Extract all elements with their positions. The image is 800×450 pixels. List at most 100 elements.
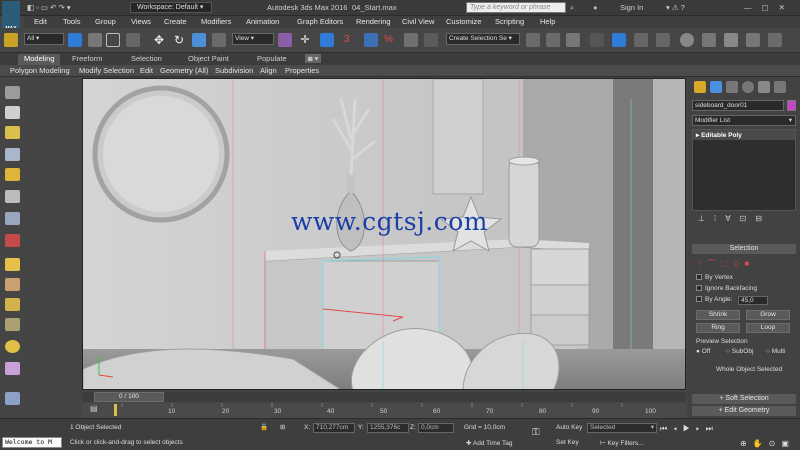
menu-views[interactable]: Views bbox=[131, 17, 151, 26]
snap-toggle-icon[interactable]: 3 bbox=[344, 33, 358, 47]
select-by-name-icon[interactable] bbox=[88, 33, 102, 47]
create-tab-icon[interactable] bbox=[694, 81, 706, 93]
grid-snap-icon[interactable] bbox=[5, 392, 20, 405]
move-icon[interactable]: ✥ bbox=[152, 33, 166, 47]
rendered-frame-icon[interactable] bbox=[702, 33, 716, 47]
modify-tab-icon[interactable] bbox=[710, 81, 722, 93]
rotate-icon[interactable]: ↻ bbox=[172, 33, 186, 47]
x-coordinate-field[interactable]: 710,277cm bbox=[313, 423, 355, 433]
menu-scripting[interactable]: Scripting bbox=[495, 17, 524, 26]
align-icon[interactable] bbox=[546, 33, 560, 47]
menu-help[interactable]: Help bbox=[540, 17, 555, 26]
particle-tool-icon[interactable] bbox=[5, 362, 20, 375]
selection-filter[interactable]: All ▾ bbox=[24, 33, 64, 45]
display-tab-icon[interactable] bbox=[758, 81, 770, 93]
sphere-tool-icon[interactable] bbox=[5, 278, 20, 291]
preview-off-radio[interactable]: ● Off bbox=[696, 348, 710, 355]
menu-animation[interactable]: Animation bbox=[246, 17, 279, 26]
add-time-tag-button[interactable]: ✚ Add Time Tag bbox=[466, 439, 513, 447]
curve-editor-icon[interactable] bbox=[612, 33, 626, 47]
sign-in-link[interactable]: Sign In bbox=[620, 3, 643, 12]
maxscript-listener[interactable]: Welcome to M bbox=[2, 437, 62, 448]
window-controls[interactable]: —▢✕ bbox=[744, 3, 795, 12]
stack-item-editable-poly[interactable]: ▸ Editable Poly bbox=[693, 130, 795, 140]
render-production-icon[interactable] bbox=[746, 33, 760, 47]
rect-selection-icon[interactable] bbox=[106, 33, 120, 47]
reference-coord-system[interactable]: View ▾ bbox=[232, 33, 274, 45]
time-slider-thumb[interactable]: 0 / 100 bbox=[94, 392, 164, 402]
tab-modeling[interactable]: Modeling bbox=[18, 54, 61, 65]
undo-icon[interactable] bbox=[4, 33, 18, 47]
workspace-selector[interactable]: Workspace: Default ▾ bbox=[130, 2, 212, 13]
window-crossing-icon[interactable] bbox=[126, 33, 140, 47]
edit-geometry-rollout[interactable]: + Edit Geometry bbox=[692, 406, 796, 416]
shrink-button[interactable]: Shrink bbox=[696, 310, 740, 320]
keyboard-shortcut-icon[interactable] bbox=[320, 33, 334, 47]
panel-polygon-modeling[interactable]: Polygon Modeling bbox=[10, 66, 70, 75]
schematic-view-icon[interactable] bbox=[634, 33, 648, 47]
set-key-button[interactable]: Set Key bbox=[556, 439, 579, 446]
scale-icon[interactable] bbox=[192, 33, 206, 47]
selection-rollout-header[interactable]: Selection bbox=[692, 244, 796, 254]
pivot-icon[interactable] bbox=[278, 33, 292, 47]
utilities-tab-icon[interactable] bbox=[774, 81, 786, 93]
light-tool-icon[interactable] bbox=[5, 168, 20, 181]
ring-button[interactable]: Ring bbox=[696, 323, 740, 333]
absolute-mode-icon[interactable]: ⊞ bbox=[280, 423, 285, 431]
tab-selection[interactable]: Selection bbox=[131, 54, 162, 63]
edit-named-sel-icon[interactable] bbox=[424, 33, 438, 47]
ribbon-options-icon[interactable]: ◙ ▾ bbox=[305, 54, 322, 63]
box-tool-icon[interactable] bbox=[5, 106, 20, 119]
plane-object-icon[interactable] bbox=[5, 258, 20, 271]
preview-subobj-radio[interactable]: ○ SubObj bbox=[726, 348, 753, 355]
ignore-backfacing-checkbox[interactable]: Ignore Backfacing bbox=[696, 285, 757, 292]
menu-rendering[interactable]: Rendering bbox=[356, 17, 391, 26]
by-angle-checkbox[interactable]: By Angle: bbox=[696, 296, 732, 303]
grow-button[interactable]: Grow bbox=[746, 310, 790, 320]
y-coordinate-field[interactable]: 1255,376c bbox=[367, 423, 409, 433]
key-mode-dropdown[interactable]: Selected ▾ bbox=[587, 423, 657, 433]
by-vertex-checkbox[interactable]: By Vertex bbox=[696, 274, 733, 281]
user-icon[interactable]: ● bbox=[593, 3, 598, 12]
panel-edit[interactable]: Edit bbox=[140, 66, 153, 75]
render-icon[interactable] bbox=[724, 33, 738, 47]
percent-snap-icon[interactable]: % bbox=[384, 33, 398, 47]
object-color-swatch[interactable] bbox=[787, 100, 796, 111]
panel-align[interactable]: Align bbox=[260, 66, 277, 75]
menu-graph-editors[interactable]: Graph Editors bbox=[297, 17, 343, 26]
search-input[interactable]: Type a keyword or phrase bbox=[466, 2, 566, 13]
key-filters-button[interactable]: ⊢ Key Filters... bbox=[600, 439, 644, 447]
stack-tools-icons[interactable]: ⊥⁞∀⊡⊟ bbox=[692, 214, 796, 226]
menu-edit[interactable]: Edit bbox=[34, 17, 47, 26]
track-bar-menu-icon[interactable]: ▤ bbox=[90, 404, 98, 413]
perspective-viewport[interactable]: www.cgtsj.com bbox=[82, 78, 686, 390]
playback-controls[interactable]: ⏮◂▶▸⏭ bbox=[660, 424, 719, 434]
lock-icon[interactable]: 🔒 bbox=[260, 423, 268, 431]
viewport-nav-icons[interactable]: ⊕✋⊙▣ bbox=[740, 439, 795, 448]
help-icons[interactable]: ▾ ⚠ ? bbox=[666, 3, 685, 12]
search-icon[interactable]: ⌕ bbox=[570, 3, 574, 13]
layer-icon[interactable] bbox=[566, 33, 580, 47]
preview-multi-radio[interactable]: ○ Multi bbox=[766, 348, 785, 355]
teapot-icon[interactable] bbox=[5, 86, 20, 99]
fx-tool-icon[interactable] bbox=[5, 234, 20, 247]
scene-explorer-icon[interactable] bbox=[590, 33, 604, 47]
menu-customize[interactable]: Customize bbox=[446, 17, 481, 26]
cylinder-tool-icon[interactable] bbox=[5, 298, 20, 311]
grid-tool-icon[interactable] bbox=[5, 148, 20, 161]
auto-key-button[interactable]: Auto Key bbox=[556, 424, 582, 431]
select-object-icon[interactable] bbox=[68, 33, 82, 47]
place-icon[interactable] bbox=[212, 33, 226, 47]
menu-group[interactable]: Group bbox=[95, 17, 116, 26]
hierarchy-tab-icon[interactable] bbox=[726, 81, 738, 93]
time-slider[interactable]: 0 / 100 bbox=[82, 392, 686, 402]
panel-geometry-all[interactable]: Geometry (All) bbox=[160, 66, 208, 75]
render-setup-icon[interactable] bbox=[680, 33, 694, 47]
spinner-snap-icon[interactable] bbox=[404, 33, 418, 47]
select-manipulate-icon[interactable]: ✛ bbox=[298, 33, 312, 47]
panel-properties[interactable]: Properties bbox=[285, 66, 319, 75]
modifier-stack[interactable]: ▸ Editable Poly bbox=[692, 129, 796, 211]
tab-populate[interactable]: Populate bbox=[257, 54, 287, 63]
geometry-tool-icon[interactable] bbox=[5, 190, 20, 203]
menu-civil-view[interactable]: Civil View bbox=[402, 17, 434, 26]
